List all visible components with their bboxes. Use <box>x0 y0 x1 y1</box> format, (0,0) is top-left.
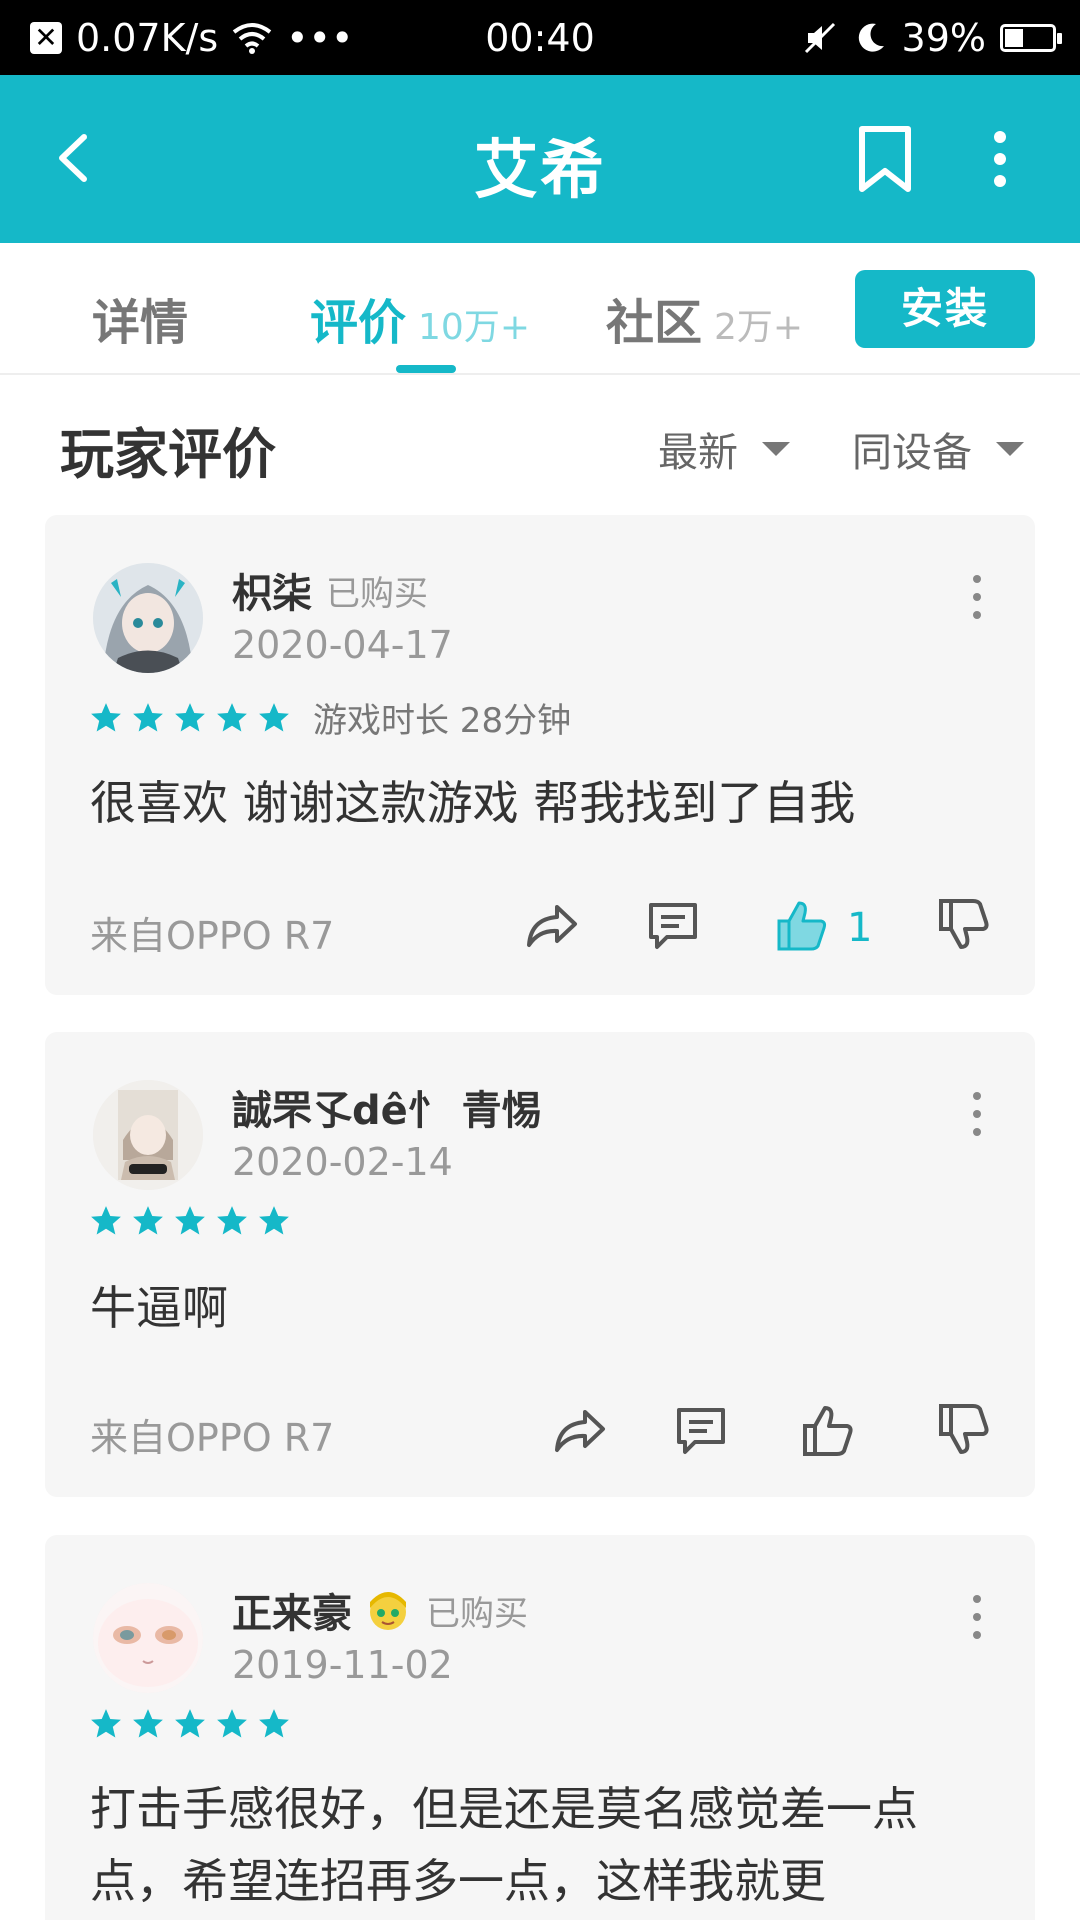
purchase-badge: 已购买 <box>326 573 428 614</box>
user-line: 正来豪 已购买 <box>232 1581 528 1639</box>
mute-icon <box>804 22 835 54</box>
playtime: 游戏时长 28分钟 <box>313 701 572 741</box>
star-icon <box>217 1206 247 1235</box>
purchase-badge: 已购买 <box>426 1593 528 1634</box>
tab-count: 10万+ <box>418 307 530 348</box>
more-vertical-icon[interactable] <box>970 123 1030 195</box>
like-count: 1 <box>847 905 873 951</box>
avatar[interactable] <box>93 563 203 673</box>
avatar[interactable] <box>93 1583 203 1693</box>
username[interactable]: 誠罘孓dê忄 青惕 <box>232 1078 542 1136</box>
device-source: 来自OPPO R7 <box>90 914 335 958</box>
star-icon <box>259 1206 289 1235</box>
star-icon <box>133 702 163 731</box>
username[interactable]: 正来豪 <box>232 1581 352 1639</box>
install-button[interactable]: 安装 <box>855 270 1035 348</box>
tab-bar: 详情 评价 10万+ 社区 2万+ 安装 <box>0 243 1080 375</box>
review-text[interactable]: 很喜欢 谢谢这款游戏 帮我找到了自我 <box>90 767 990 839</box>
review-date: 2019-11-02 <box>232 1643 453 1687</box>
thumbs-up-icon[interactable] <box>799 1402 855 1458</box>
star-icon <box>91 1709 121 1738</box>
tab-count: 2万+ <box>714 307 804 348</box>
filter-label: 同设备 <box>852 430 972 476</box>
star-icon <box>91 702 121 731</box>
battery-icon <box>1000 24 1062 52</box>
share-icon[interactable] <box>523 897 579 953</box>
star-icon <box>259 1709 289 1738</box>
username[interactable]: 枳柒 <box>232 561 312 619</box>
rating-stars <box>89 1204 299 1238</box>
more-vertical-icon[interactable] <box>967 573 987 621</box>
emoji-badge-icon <box>370 1592 406 1630</box>
share-icon[interactable] <box>551 1402 607 1458</box>
star-icon <box>217 1709 247 1738</box>
review-date: 2020-02-14 <box>232 1140 453 1184</box>
more-vertical-icon[interactable] <box>967 1593 987 1641</box>
tab-details[interactable]: 详情 <box>92 283 188 353</box>
status-bar: ✕ 0.07K/s ••• 00:40 39% <box>0 0 1080 75</box>
star-icon <box>175 1709 205 1738</box>
battery-percent: 39% <box>901 16 986 60</box>
tab-label: 社区 <box>606 295 703 351</box>
chevron-down-icon <box>996 442 1024 456</box>
tab-label: 评价 <box>310 295 407 351</box>
tab-reviews[interactable]: 评价 10万+ <box>310 283 530 353</box>
bookmark-icon[interactable] <box>852 123 918 195</box>
user-line: 枳柒 已购买 <box>232 561 428 619</box>
app-bar: 艾希 <box>0 75 1080 243</box>
device-source: 来自OPPO R7 <box>90 1416 335 1460</box>
comment-icon[interactable] <box>673 1402 729 1458</box>
star-icon <box>133 1206 163 1235</box>
section-title: 玩家评价 <box>60 423 276 486</box>
star-icon <box>91 1206 121 1235</box>
thumbs-up-icon[interactable] <box>773 897 829 953</box>
thumbs-down-icon[interactable] <box>935 897 991 953</box>
review-text[interactable]: 牛逼啊 <box>90 1272 990 1344</box>
review-card: 正来豪 已购买 2019-11-02 打击手感很好，但是还是莫名感觉差一点点，希… <box>45 1535 1035 1920</box>
review-card: 誠罘孓dê忄 青惕 2020-02-14 牛逼啊 来自OPPO R7 <box>45 1032 1035 1497</box>
page-title: 艾希 <box>474 134 606 208</box>
comment-icon[interactable] <box>645 897 701 953</box>
rating-stars <box>89 1707 299 1741</box>
sort-label: 最新 <box>658 430 738 476</box>
rating-stars: 游戏时长 28分钟 <box>89 693 571 742</box>
device-filter-dropdown[interactable]: 同设备 <box>852 420 1024 478</box>
tab-label: 详情 <box>92 295 189 351</box>
star-icon <box>217 702 247 731</box>
star-icon <box>175 1206 205 1235</box>
chevron-down-icon <box>762 442 790 456</box>
status-right: 39% <box>802 16 1062 60</box>
star-icon <box>133 1709 163 1738</box>
review-text[interactable]: 打击手感很好，但是还是莫名感觉差一点点，希望连招再多一点，这样我就更 <box>90 1773 990 1920</box>
active-tab-indicator <box>396 365 456 373</box>
sort-dropdown[interactable]: 最新 <box>658 420 790 478</box>
star-icon <box>175 702 205 731</box>
user-line: 誠罘孓dê忄 青惕 <box>232 1078 542 1136</box>
review-date: 2020-04-17 <box>232 623 453 667</box>
more-vertical-icon[interactable] <box>967 1090 987 1138</box>
star-icon <box>259 702 289 731</box>
moon-icon <box>858 23 884 52</box>
avatar[interactable] <box>93 1080 203 1190</box>
tab-community[interactable]: 社区 2万+ <box>606 283 803 353</box>
thumbs-down-icon[interactable] <box>935 1402 991 1458</box>
review-card: 枳柒 已购买 2020-04-17 游戏时长 28分钟 很喜欢 谢谢这款游戏 帮… <box>45 515 1035 995</box>
